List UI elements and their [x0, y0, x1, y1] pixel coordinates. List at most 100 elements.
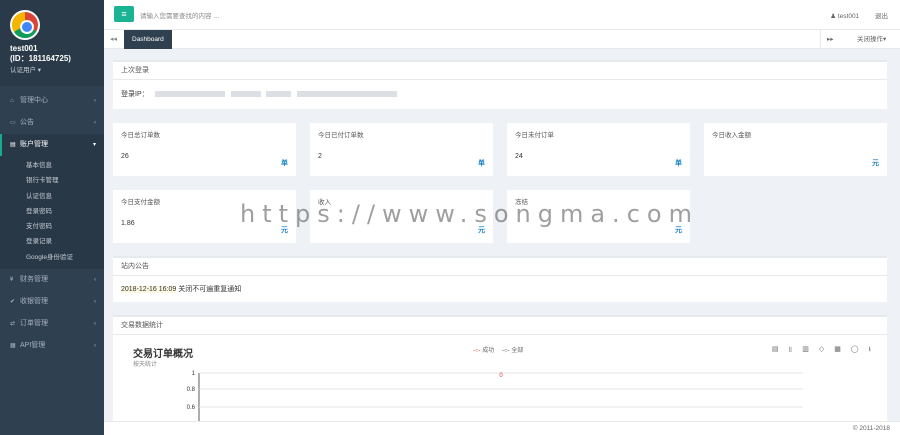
sidebar-item-label: 管理中心	[20, 97, 48, 104]
chart-toolbox[interactable]: ▤ ⫫ ▥ ◇ ▦ ◯ ⭳	[772, 345, 875, 356]
chevron-left-icon: ‹	[94, 321, 96, 328]
copyright: © 2011-2018	[852, 425, 890, 432]
chart-title: 交易订单概况	[133, 349, 193, 360]
redacted-value	[297, 91, 398, 98]
sidebar-item-account[interactable]: ▤ 账户管理 ▾	[0, 134, 104, 156]
sidebar-item-api[interactable]: ▦ API管理 ‹	[0, 335, 104, 357]
monitor-icon: ▭	[10, 120, 16, 126]
submenu-verification[interactable]: 认证信息	[0, 189, 104, 204]
panel-title: 交易数据统计	[113, 317, 887, 335]
top-navbar: ≡ 请输入您需要查找的内容 … ♟ test001 退出	[104, 0, 900, 30]
notice-text[interactable]: 关闭不可遍重复通知	[178, 286, 241, 293]
stat-card: 今日支付金额 1.86 元	[113, 190, 296, 243]
close-tabs-dropdown[interactable]: 关闭操作▾	[857, 30, 886, 49]
stat-value: 1.86	[121, 220, 135, 227]
tab-scroll-left-icon[interactable]: ◂◂	[110, 35, 117, 43]
search-input[interactable]: 请输入您需要查找的内容 …	[140, 10, 220, 20]
chevron-left-icon: ‹	[94, 299, 96, 306]
legend-all[interactable]: -○- 全部	[502, 348, 523, 354]
sidebar: test001 (ID：181164725) 认证用户 ▾ ⌂ 管理中心 ‹ ▭ 公告…	[0, 0, 104, 435]
y-tick-label: 1	[192, 371, 196, 377]
avatar[interactable]	[10, 10, 40, 40]
sidebar-item-cashier[interactable]: ✔ 收银管理 ‹	[0, 291, 104, 313]
card-icon: ▤	[10, 142, 16, 148]
sidebar-item-label: API管理	[20, 342, 46, 350]
stat-unit: 元	[872, 160, 879, 167]
notice-date: 2018-12-16 16:09	[121, 286, 177, 293]
y-tick-label: 0.8	[187, 387, 196, 393]
stat-title: 今日支付金额	[121, 199, 160, 206]
tab-actions: ▸▸ 关闭操作▾	[820, 30, 900, 49]
stat-unit: 元	[675, 227, 682, 234]
submenu-bank-cards[interactable]: 银行卡管理	[0, 173, 104, 188]
stat-title: 今日总订单数	[121, 132, 160, 139]
redacted-value	[266, 91, 292, 98]
panel-title: 上次登录	[113, 62, 887, 80]
last-login-panel: 上次登录 登录IP：	[113, 60, 887, 109]
user-menu[interactable]: ♟ test001	[830, 13, 859, 20]
stat-value: 26	[121, 153, 129, 160]
chevron-left-icon: ‹	[94, 98, 96, 104]
stat-card: 今日总订单数 26 单	[113, 123, 296, 176]
legend-success[interactable]: -○- 成功	[473, 348, 494, 354]
stat-unit: 单	[478, 160, 485, 167]
stat-card: 今日已付订单数 2 单	[310, 123, 493, 176]
chevron-left-icon: ‹	[94, 277, 96, 284]
tab-scroll-right-icon[interactable]: ▸▸	[827, 30, 834, 49]
y-tick-label: 0.6	[187, 405, 196, 411]
username: test001	[10, 44, 38, 53]
stat-card: 今日收入金额 元	[704, 123, 887, 176]
home-icon: ⌂	[10, 98, 14, 104]
main-content: 上次登录 登录IP： 今日总订单数 26 单 今日已付订单数 2 单 今日未付订…	[104, 49, 900, 421]
login-ip-label: 登录IP：	[121, 91, 149, 98]
stat-unit: 单	[675, 160, 682, 167]
stat-title: 收入	[318, 199, 331, 206]
data-label: 0	[499, 373, 503, 379]
stat-card: 今日未付订单 24 单	[507, 123, 690, 176]
stat-title: 今日未付订单	[515, 132, 554, 139]
chart-panel: 交易数据统计 交易订单概况 按天统计 -○- 成功 -○- 全部 ▤ ⫫ ▥ ◇…	[113, 315, 887, 421]
yen-icon: ¥	[10, 277, 14, 284]
stat-unit: 单	[281, 160, 288, 167]
chevron-left-icon: ‹	[94, 120, 96, 126]
redacted-value	[154, 91, 225, 98]
sidebar-item-dashboard[interactable]: ⌂ 管理中心 ‹	[0, 90, 104, 112]
stat-card: 冻结 元	[507, 190, 690, 243]
submenu-pay-password[interactable]: 支付密码	[0, 219, 104, 234]
submenu-login-password[interactable]: 登录密码	[0, 204, 104, 219]
sidebar-item-label: 公告	[20, 119, 34, 126]
sidebar-item-orders[interactable]: ⇄ 订单管理 ‹	[0, 313, 104, 335]
sidebar-item-finance[interactable]: ¥ 财务管理 ‹	[0, 269, 104, 291]
stat-value: 24	[515, 153, 523, 160]
sidebar-item-label: 账户管理	[20, 141, 48, 148]
exchange-icon: ⇄	[10, 321, 16, 328]
chevron-left-icon: ‹	[94, 343, 96, 350]
submenu-basic-info[interactable]: 基本信息	[0, 158, 104, 173]
legend-label: 全部	[511, 348, 524, 354]
bank-icon: ▦	[10, 343, 16, 350]
last-login-body: 登录IP：	[113, 80, 887, 105]
legend-label: 成功	[482, 348, 495, 354]
sidebar-item-label: 收银管理	[20, 298, 48, 306]
stat-title: 冻结	[515, 199, 528, 206]
submenu-login-records[interactable]: 登录记录	[0, 234, 104, 249]
stat-card: 收入 元	[310, 190, 493, 243]
chevron-down-icon: ▾	[92, 142, 96, 148]
tab-dashboard[interactable]: Dashboard	[124, 30, 172, 49]
notice-panel: 站内公告 2018-12-16 16:09 关闭不可遍重复通知	[113, 256, 887, 302]
check-icon: ✔	[10, 299, 16, 306]
top-right-actions: ♟ test001 退出	[816, 10, 888, 20]
profile-panel: test001 (ID：181164725) 认证用户 ▾	[0, 0, 104, 86]
chart-legend: -○- 成功 -○- 全部	[473, 345, 523, 354]
chart-plot: 1 0.8 0.6 0	[187, 371, 803, 421]
logout-link[interactable]: 退出	[875, 13, 888, 20]
sidebar-item-label: 财务管理	[20, 276, 48, 284]
account-submenu: 基本信息 银行卡管理 认证信息 登录密码 支付密码 登录记录 Google身份验…	[0, 156, 104, 270]
stat-unit: 元	[478, 227, 485, 234]
tab-bar: ◂◂ Dashboard ▸▸ 关闭操作▾	[104, 30, 900, 49]
sidebar-item-announcement[interactable]: ▭ 公告 ‹	[0, 112, 104, 134]
notice-item[interactable]: 2018-12-16 16:09 关闭不可遍重复通知	[113, 276, 887, 300]
submenu-google-auth[interactable]: Google身份验证	[0, 250, 104, 265]
user-role-dropdown[interactable]: 认证用户 ▾	[10, 64, 104, 74]
menu-toggle-button[interactable]: ≡	[114, 6, 134, 22]
